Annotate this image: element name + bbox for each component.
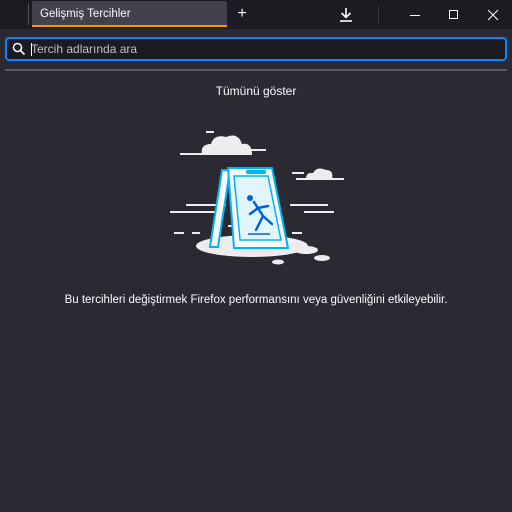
maximize-icon [449,9,458,19]
minimize-icon [410,14,420,16]
tab-title: Gelişmiş Tercihler [40,8,131,20]
minimize-button[interactable] [397,0,433,29]
new-tab-button[interactable]: + [232,4,252,24]
caution-sign-illustration [170,131,344,265]
section-divider [5,69,507,71]
browser-window: Gelişmiş Tercihler + Tercih adlarında ar… [0,0,512,512]
close-icon [487,9,499,20]
search-input[interactable] [31,41,501,57]
download-icon [340,7,352,22]
tab-advanced-preferences[interactable]: Gelişmiş Tercihler [32,1,227,27]
tab-separator [28,3,29,25]
search-box[interactable] [5,37,507,61]
show-all-link[interactable]: Tümünü göster [0,84,512,98]
tab-strip: Gelişmiş Tercihler + [0,0,512,29]
search-icon [12,42,26,56]
text-caret [31,43,32,56]
close-button[interactable] [475,0,511,29]
downloads-button[interactable] [328,0,364,29]
toolbar-separator [378,6,379,24]
maximize-button[interactable] [436,0,472,29]
warning-message: Bu tercihleri değiştirmek Firefox perfor… [64,294,448,306]
